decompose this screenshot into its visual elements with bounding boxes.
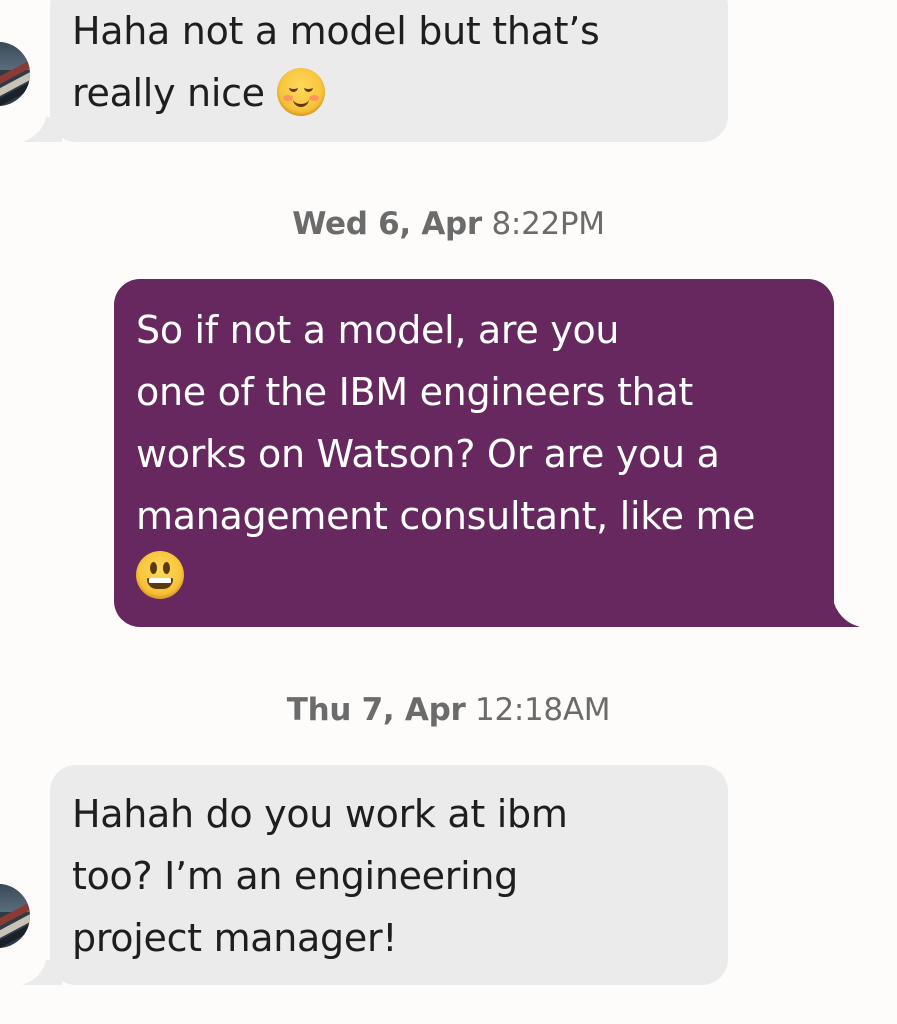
message-text-line: Haha not a model but that’s [72, 9, 600, 53]
smiling-blush-emoji-icon [276, 67, 325, 116]
message-bubble-tail [832, 597, 860, 627]
message-text-line [136, 547, 812, 609]
grinning-emoji-icon [136, 550, 184, 599]
emoji-eye [303, 85, 313, 92]
message-text-line: really nice [72, 62, 706, 124]
emoji-eye [150, 561, 157, 574]
message-text-line: Hahah do you work at ibm [72, 792, 568, 836]
message-text-line: management consultant, like me [136, 494, 756, 538]
message-text-line: So if not a model, are you [136, 308, 620, 352]
divider-time: 12:18AM [475, 692, 611, 728]
divider-day: Wed 6, Apr [292, 206, 482, 242]
emoji-mouth [292, 96, 309, 107]
message-text-line: one of the IBM engineers that [136, 370, 694, 414]
emoji-eye [163, 561, 170, 574]
emoji-eye [288, 85, 298, 92]
emoji-blush [282, 94, 293, 101]
divider-day: Thu 7, Apr [286, 692, 466, 728]
incoming-message-bubble[interactable]: Hahah do you work at ibm too? I’m an eng… [50, 765, 728, 985]
emoji-teeth [149, 577, 171, 583]
message-text-line: project manager! [72, 916, 398, 960]
outgoing-message-bubble[interactable]: So if not a model, are you one of the IB… [114, 279, 834, 627]
incoming-message-bubble[interactable]: Haha not a model but that’s really nice [50, 0, 728, 142]
divider-time: 8:22PM [491, 206, 606, 242]
emoji-mouth [147, 577, 173, 589]
contact-avatar[interactable] [0, 884, 30, 948]
date-divider: Wed 6, Apr 8:22PM [0, 206, 897, 242]
date-divider: Thu 7, Apr 12:18AM [0, 692, 897, 728]
message-text-line: too? I’m an engineering [72, 854, 518, 898]
emoji-blush [308, 94, 319, 101]
message-text: really nice [72, 71, 265, 115]
contact-avatar[interactable] [0, 42, 30, 106]
message-text-line: works on Watson? Or are you a [136, 432, 720, 476]
